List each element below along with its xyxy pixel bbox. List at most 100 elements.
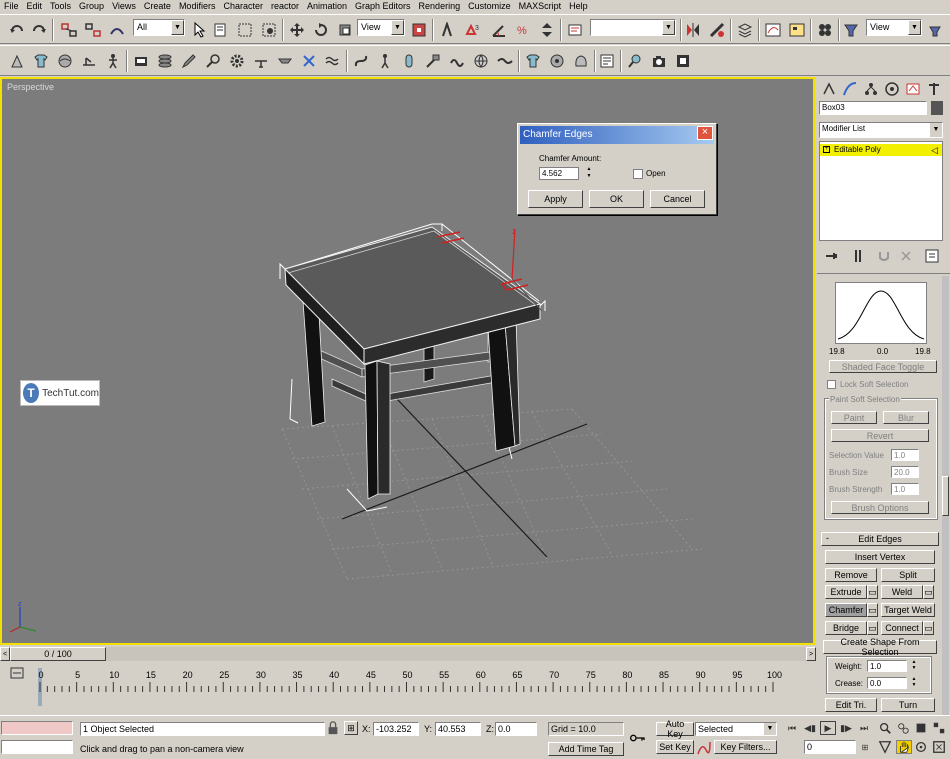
menu-create[interactable]: Create bbox=[140, 0, 175, 13]
maxscript-output-mini[interactable] bbox=[1, 740, 73, 754]
brush-strength-input[interactable]: 1.0 bbox=[891, 483, 919, 495]
connect-button[interactable]: Connect bbox=[881, 621, 923, 635]
gear-icon[interactable] bbox=[228, 52, 246, 70]
menu-file[interactable]: File bbox=[0, 0, 23, 13]
menu-edit[interactable]: Edit bbox=[23, 0, 47, 13]
key-mode-curve-icon[interactable] bbox=[696, 740, 712, 756]
menu-character[interactable]: Character bbox=[219, 0, 267, 13]
menu-graph-editors[interactable]: Graph Editors bbox=[351, 0, 415, 13]
connect-settings-icon[interactable]: ▭ bbox=[923, 621, 934, 635]
zoom-extents-icon[interactable] bbox=[914, 721, 928, 735]
object-name-input[interactable]: Box03 bbox=[819, 101, 927, 115]
lock-soft-selection-checkbox[interactable] bbox=[827, 380, 836, 389]
play-icon[interactable]: ▶ bbox=[820, 721, 836, 735]
auto-key-button[interactable]: Auto Key bbox=[656, 719, 694, 739]
create-shape-button[interactable]: Create Shape From Selection bbox=[823, 637, 937, 657]
spinner-down-icon[interactable]: ▼ bbox=[910, 683, 918, 688]
redo-icon[interactable] bbox=[30, 21, 48, 39]
lock-icon[interactable] bbox=[326, 721, 340, 735]
window-crossing-icon[interactable] bbox=[260, 21, 278, 39]
scale-icon[interactable] bbox=[336, 21, 354, 39]
pencil-icon[interactable] bbox=[180, 52, 198, 70]
capsule-icon[interactable] bbox=[400, 52, 418, 70]
configure-sets-icon[interactable] bbox=[923, 247, 941, 265]
render-view-dropdown[interactable]: View ▼ bbox=[866, 19, 922, 36]
menu-customize[interactable]: Customize bbox=[464, 0, 515, 13]
selection-filter-dropdown[interactable]: All ▼ bbox=[133, 19, 185, 36]
modify-tab-icon[interactable] bbox=[841, 80, 859, 98]
undo-icon[interactable] bbox=[8, 21, 26, 39]
revert-button[interactable]: Revert bbox=[831, 429, 929, 442]
sphere-icon[interactable] bbox=[56, 52, 74, 70]
apply-button[interactable]: Apply bbox=[528, 190, 583, 208]
bridge-settings-icon[interactable]: ▭ bbox=[867, 621, 878, 635]
close-icon[interactable]: × bbox=[697, 126, 713, 140]
bone-icon[interactable] bbox=[352, 52, 370, 70]
brush-options-button[interactable]: Brush Options bbox=[831, 501, 929, 514]
hierarchy-tab-icon[interactable] bbox=[862, 80, 880, 98]
bind-space-warp-icon[interactable] bbox=[108, 21, 126, 39]
search-icon[interactable] bbox=[204, 52, 222, 70]
light-bulb-icon[interactable]: ◁ bbox=[931, 144, 938, 156]
analyze-icon[interactable] bbox=[626, 52, 644, 70]
bridge-button[interactable]: Bridge bbox=[825, 621, 867, 635]
cancel-button[interactable]: Cancel bbox=[650, 190, 705, 208]
ok-button[interactable]: OK bbox=[589, 190, 644, 208]
maxscript-listener-mini[interactable] bbox=[1, 721, 73, 735]
snap-toggle-icon[interactable]: 3 bbox=[464, 21, 482, 39]
utilities-tab-icon[interactable] bbox=[925, 80, 943, 98]
panel-scrollbar[interactable] bbox=[942, 276, 949, 716]
edit-named-selections-icon[interactable] bbox=[566, 21, 584, 39]
layer-manager-icon[interactable] bbox=[736, 21, 754, 39]
material-editor-icon[interactable] bbox=[816, 21, 834, 39]
key-filters-button[interactable]: Key Filters... bbox=[714, 740, 777, 754]
mirror-icon[interactable] bbox=[684, 21, 702, 39]
menu-group[interactable]: Group bbox=[75, 0, 108, 13]
go-to-start-icon[interactable]: ⏮ bbox=[784, 721, 800, 735]
set-key-button[interactable]: Set Key bbox=[656, 740, 694, 754]
absolute-mode-icon[interactable]: ⊞ bbox=[344, 721, 358, 735]
z-coordinate-field[interactable]: 0.0 bbox=[495, 722, 537, 736]
rotate-icon[interactable] bbox=[312, 21, 330, 39]
biped-icon[interactable] bbox=[376, 52, 394, 70]
chamfer-button[interactable]: Chamfer bbox=[825, 603, 867, 617]
expand-icon[interactable]: + bbox=[823, 146, 830, 153]
zoom-all-icon[interactable] bbox=[896, 721, 910, 735]
remove-button[interactable]: Remove bbox=[825, 568, 877, 582]
key-icon[interactable] bbox=[626, 728, 650, 748]
chamfer-settings-icon[interactable]: ▭ bbox=[867, 603, 878, 617]
split-button[interactable]: Split bbox=[881, 568, 935, 582]
show-end-result-icon[interactable] bbox=[849, 247, 867, 265]
menu-modifiers[interactable]: Modifiers bbox=[175, 0, 220, 13]
blur-button[interactable]: Blur bbox=[883, 411, 929, 424]
zoom-icon[interactable] bbox=[878, 721, 892, 735]
previous-frame-icon[interactable]: ◀▮ bbox=[802, 721, 818, 735]
time-slider[interactable]: < 0 / 100 > bbox=[0, 646, 817, 662]
display-tab-icon[interactable] bbox=[904, 80, 922, 98]
align-icon[interactable] bbox=[708, 21, 726, 39]
weld-button[interactable]: Weld bbox=[881, 585, 923, 599]
cloth-icon[interactable] bbox=[524, 52, 542, 70]
reference-coordinate-dropdown[interactable]: View ▼ bbox=[357, 19, 405, 36]
globe-icon[interactable] bbox=[472, 52, 490, 70]
turn-button[interactable]: Turn bbox=[881, 698, 935, 712]
stack-item-editable-poly[interactable]: + Editable Poly ◁ bbox=[820, 144, 942, 156]
next-frame-icon[interactable]: ▮▶ bbox=[838, 721, 854, 735]
brush-size-input[interactable]: 20.0 bbox=[891, 466, 919, 478]
menu-views[interactable]: Views bbox=[108, 0, 140, 13]
menu-rendering[interactable]: Rendering bbox=[415, 0, 465, 13]
spinner-down-icon[interactable]: ▼ bbox=[585, 174, 593, 179]
dialog-title-bar[interactable]: Chamfer Edges bbox=[520, 126, 714, 144]
paint-button[interactable]: Paint bbox=[831, 411, 877, 424]
angle-snap-icon[interactable] bbox=[490, 21, 508, 39]
current-frame-field[interactable]: 0 bbox=[804, 740, 856, 754]
ripple-icon[interactable] bbox=[448, 52, 466, 70]
select-object-icon[interactable] bbox=[190, 21, 208, 39]
weld-settings-icon[interactable]: ▭ bbox=[923, 585, 934, 599]
menu-maxscript[interactable]: MAXScript bbox=[515, 0, 566, 13]
rope-icon[interactable] bbox=[496, 52, 514, 70]
x-coordinate-field[interactable]: -103.252 bbox=[373, 722, 419, 736]
motion-tab-icon[interactable] bbox=[883, 80, 901, 98]
create-tab-icon[interactable] bbox=[820, 80, 838, 98]
insert-vertex-button[interactable]: Insert Vertex bbox=[825, 550, 935, 564]
